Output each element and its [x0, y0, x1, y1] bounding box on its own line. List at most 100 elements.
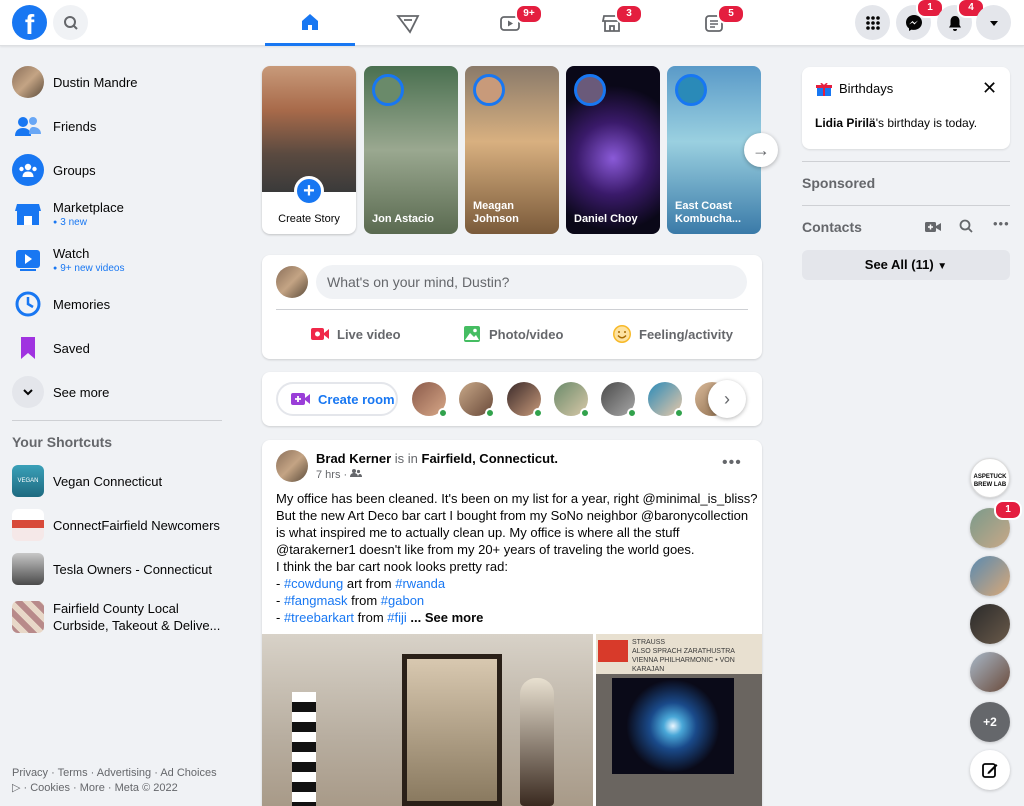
hashtag-link[interactable]: #fangmask — [284, 593, 348, 608]
birthdays-card: Birthdays ✕ Lidia Pirilä's birthday is t… — [802, 67, 1010, 149]
chat-head[interactable]: 1 — [970, 500, 1022, 548]
sidebar-item-watch[interactable]: Watch 9+ new videos — [8, 238, 230, 282]
footer-links[interactable]: Privacy · Terms · Advertising · Ad Choic… — [12, 766, 227, 796]
gaming-badge: 5 — [717, 4, 745, 24]
search-button[interactable] — [53, 5, 88, 40]
create-room-button[interactable]: Create room — [276, 382, 398, 416]
feeling-activity-label: Feeling/activity — [639, 326, 733, 342]
room-contact[interactable] — [648, 382, 684, 418]
bookmark-icon — [12, 332, 44, 364]
sidebar-item-memories[interactable]: Memories — [8, 282, 230, 326]
hashtag-link[interactable]: #gabon — [381, 593, 424, 608]
sidebar-item-groups[interactable]: Groups — [8, 148, 230, 192]
feeling-activity-button[interactable]: Feeling/activity — [612, 319, 733, 349]
close-button[interactable]: ✕ — [982, 78, 997, 99]
post-tag-line: - #fangmask from #gabon — [276, 593, 425, 608]
top-navigation-bar: f 9+ 3 5 1 4 — [0, 0, 1024, 46]
search-contacts-button[interactable] — [959, 219, 973, 236]
flag-icon — [396, 15, 420, 34]
new-message-button[interactable] — [970, 750, 1010, 790]
facebook-logo[interactable]: f — [12, 5, 47, 40]
see-more-link[interactable]: ... See more — [407, 610, 483, 625]
story-card[interactable]: Daniel Choy — [566, 66, 660, 234]
post-author-name[interactable]: Brad Kerner — [316, 451, 391, 466]
sidebar-item-saved[interactable]: Saved — [8, 326, 230, 370]
sidebar-item-label: See more — [53, 384, 110, 400]
post-photo[interactable] — [262, 634, 593, 806]
tab-home[interactable] — [265, 0, 355, 46]
more-horizontal-icon: ••• — [993, 216, 1010, 231]
hashtag-link[interactable]: #cowdung — [284, 576, 343, 591]
story-card[interactable]: Jon Astacio — [364, 66, 458, 234]
account-button[interactable] — [976, 5, 1011, 40]
room-contact[interactable] — [601, 382, 637, 418]
see-all-label: See All (11) — [864, 257, 934, 272]
sidebar-item-label: Watch — [53, 246, 90, 261]
shortcut-item[interactable]: Tesla Owners - Connecticut — [8, 547, 230, 591]
shortcut-thumbnail — [12, 601, 44, 633]
chat-head-brewlab[interactable]: ASPETUCK BREW LAB — [970, 458, 1010, 498]
tab-marketplace[interactable]: 3 — [567, 0, 657, 46]
plus-icon: + — [294, 176, 324, 206]
post-photo[interactable]: STRAUSS ALSO SPRACH ZARATHUSTRA VIENNA P… — [596, 634, 762, 806]
stories-tray: + Create Story Jon Astacio Meagan Johnso… — [262, 66, 762, 236]
story-avatar — [473, 74, 505, 106]
room-contact[interactable] — [459, 382, 495, 418]
rooms-bar: Create room › — [262, 372, 762, 426]
online-indicator — [627, 408, 637, 418]
post-options-button[interactable]: ••• — [722, 454, 742, 472]
more-chats-count: +2 — [983, 715, 997, 729]
video-plus-icon — [925, 222, 941, 232]
shortcut-item[interactable]: Fairfield County Local Curbside, Takeout… — [8, 593, 230, 641]
video-plus-icon — [291, 393, 310, 405]
mask — [520, 678, 554, 806]
album-label — [598, 640, 628, 662]
story-avatar — [574, 74, 606, 106]
chat-head[interactable] — [970, 604, 1010, 644]
sidebar-item-profile[interactable]: Dustin Mandre — [8, 60, 230, 104]
sidebar-see-more[interactable]: See more — [8, 370, 230, 414]
contacts-options-button[interactable]: ••• — [993, 216, 1010, 231]
post-location[interactable]: Fairfield, Connecticut. — [422, 451, 559, 466]
shortcut-item[interactable]: ConnectFairfield Newcomers — [8, 503, 230, 547]
create-story-card[interactable]: + Create Story — [262, 66, 356, 234]
shortcut-item[interactable]: VEGAN Vegan Connecticut — [8, 459, 230, 503]
hashtag-link[interactable]: #rwanda — [395, 576, 445, 591]
divider — [12, 420, 222, 421]
chat-head[interactable] — [970, 652, 1010, 692]
room-contact[interactable] — [507, 382, 543, 418]
chat-head[interactable] — [970, 556, 1010, 596]
live-video-button[interactable]: Live video — [310, 319, 401, 349]
hashtag-link[interactable]: #fiji — [387, 610, 407, 625]
sidebar-item-friends[interactable]: Friends — [8, 104, 230, 148]
chevron-down-icon — [12, 376, 44, 408]
room-contact[interactable] — [412, 382, 448, 418]
rooms-next-button[interactable]: › — [708, 380, 746, 418]
story-card[interactable]: Meagan Johnson — [465, 66, 559, 234]
hashtag-link[interactable]: #treebarkart — [284, 610, 354, 625]
menu-button[interactable] — [855, 5, 890, 40]
sidebar-item-sub: 9+ new videos — [53, 263, 124, 274]
tab-gaming[interactable]: 5 — [669, 0, 759, 46]
tab-watch[interactable]: 9+ — [465, 0, 555, 46]
left-sidebar: Dustin Mandre Friends Groups Marketplace… — [0, 46, 236, 806]
birthday-name[interactable]: Lidia Pirilä — [815, 116, 876, 130]
stories-next-button[interactable]: → — [744, 133, 778, 167]
see-all-contacts-button[interactable]: See All (11) ▼ — [802, 250, 1010, 280]
new-room-button[interactable] — [925, 221, 941, 236]
post-timestamp[interactable]: 7 hrs · — [316, 468, 363, 481]
tab-pages[interactable] — [363, 0, 453, 46]
post-author-avatar[interactable] — [276, 450, 308, 482]
more-chats-button[interactable]: +2 — [970, 702, 1010, 742]
story-name: Jon Astacio — [372, 213, 434, 225]
feed-post: Brad Kerner is in Fairfield, Connecticut… — [262, 440, 762, 806]
sidebar-item-marketplace[interactable]: Marketplace 3 new — [8, 192, 230, 236]
photo-video-button[interactable]: Photo/video — [462, 319, 563, 349]
messenger-button[interactable]: 1 — [896, 0, 944, 40]
room-contact[interactable] — [554, 382, 590, 418]
watch-badge: 9+ — [515, 4, 543, 24]
whats-on-your-mind-input[interactable]: What's on your mind, Dustin? — [316, 265, 747, 299]
grid-menu-icon — [865, 15, 880, 30]
notifications-button[interactable]: 4 — [937, 0, 985, 40]
smile-icon — [613, 325, 631, 343]
